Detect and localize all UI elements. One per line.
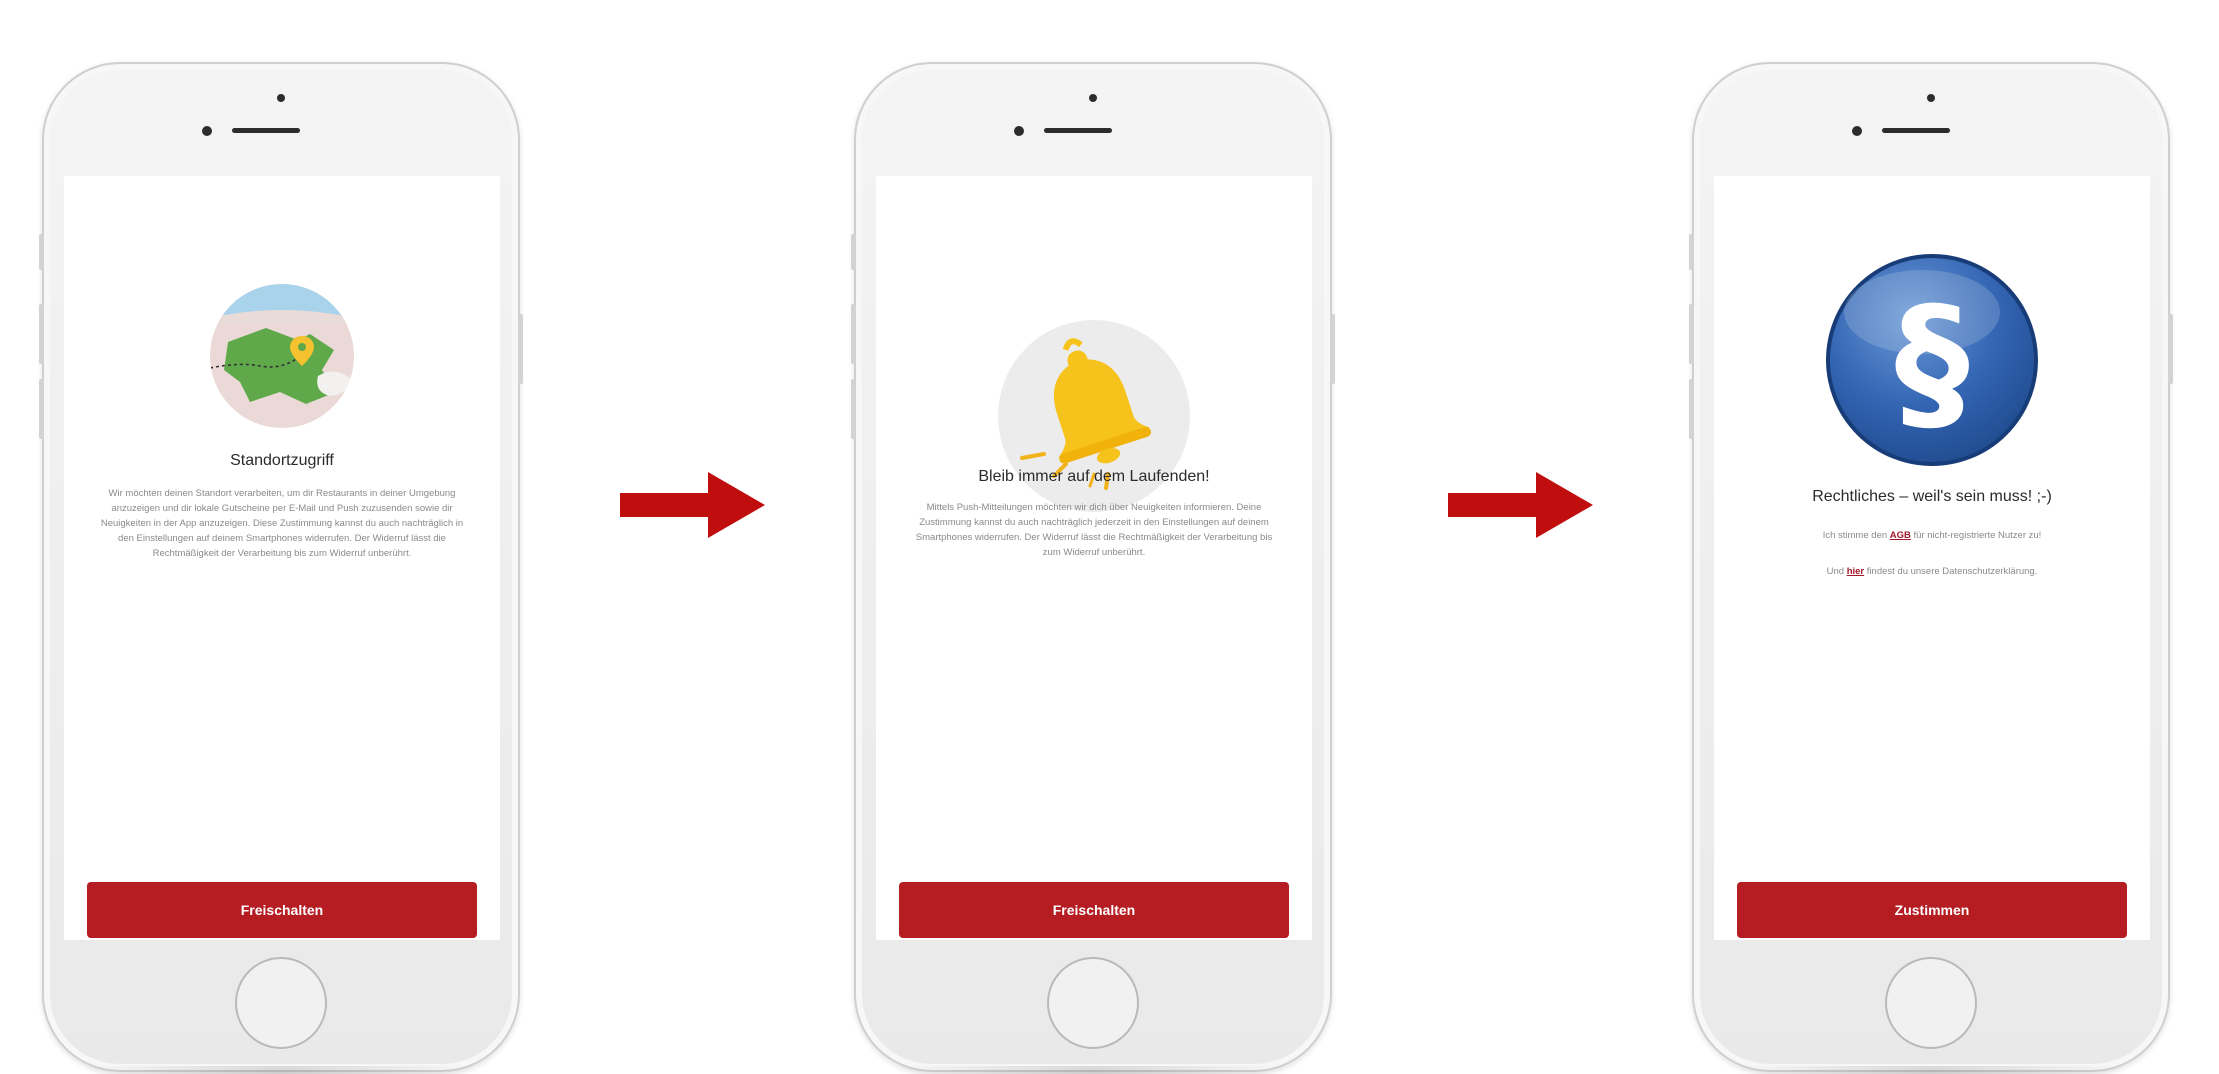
front-camera xyxy=(1852,126,1862,136)
phone-shadow xyxy=(896,1066,1290,1074)
volume-down-button xyxy=(39,379,44,439)
terms-consent-line: Ich stimme den AGB für nicht-registriert… xyxy=(1724,530,2140,541)
onboarding-screen-location: Standortzugriff Wir möchten deinen Stand… xyxy=(64,176,500,940)
privacy-text-suffix: findest du unsere Datenschutzerklärung. xyxy=(1866,566,2038,577)
power-button xyxy=(1330,314,1335,384)
zustimmen-button[interactable]: Zustimmen xyxy=(1737,882,2127,938)
freischalten-button[interactable]: Freischalten xyxy=(87,882,477,938)
screen-title: Rechtliches – weil's sein muss! ;-) xyxy=(1812,488,2052,505)
mute-switch xyxy=(851,234,856,270)
mute-switch xyxy=(39,234,44,270)
privacy-link[interactable]: hier xyxy=(1847,566,1864,577)
freischalten-button[interactable]: Freischalten xyxy=(899,882,1289,938)
screen-title: Bleib immer auf dem Laufenden! xyxy=(978,468,1210,485)
agb-link[interactable]: AGB xyxy=(1890,530,1911,541)
terms-text-suffix: für nicht-registrierte Nutzer zu! xyxy=(1913,530,2042,541)
svg-text:§: § xyxy=(1895,276,1970,450)
power-button xyxy=(2168,314,2173,384)
phone-shadow xyxy=(1734,1066,2128,1074)
arrow-right-icon xyxy=(1448,472,1593,538)
home-button[interactable] xyxy=(235,957,327,1049)
volume-up-button xyxy=(851,304,856,364)
privacy-line: Und hier findest du unsere Datenschutzer… xyxy=(1724,566,2140,577)
earpiece-speaker xyxy=(1044,128,1112,133)
paragraph-icon: § xyxy=(1826,254,2038,466)
phone-frame-3: § Rechtliches – weil's sein muss! ;-) Ic… xyxy=(1689,62,2173,1074)
terms-text-prefix: Ich stimme den xyxy=(1822,530,1888,541)
volume-down-button xyxy=(851,379,856,439)
volume-up-button xyxy=(1689,304,1694,364)
onboarding-screen-notifications: Bleib immer auf dem Laufenden! Mittels P… xyxy=(876,176,1312,940)
power-button xyxy=(518,314,523,384)
home-button[interactable] xyxy=(1047,957,1139,1049)
phone-shadow xyxy=(84,1066,478,1074)
earpiece-speaker xyxy=(1882,128,1950,133)
front-camera xyxy=(202,126,212,136)
privacy-text-prefix: Und xyxy=(1826,566,1845,577)
screen-title: Standortzugriff xyxy=(230,452,334,469)
map-location-icon xyxy=(210,284,354,428)
screen-description: Wir möchten deinen Standort verarbeiten,… xyxy=(100,488,464,559)
proximity-sensor xyxy=(277,94,285,102)
mute-switch xyxy=(1689,234,1694,270)
arrow-right-icon xyxy=(620,472,765,538)
volume-up-button xyxy=(39,304,44,364)
screen-description: Mittels Push-Mitteilungen möchten wir di… xyxy=(915,502,1273,558)
front-camera xyxy=(1014,126,1024,136)
phone-frame-1: Standortzugriff Wir möchten deinen Stand… xyxy=(39,62,523,1074)
onboarding-screen-legal: § Rechtliches – weil's sein muss! ;-) Ic… xyxy=(1714,176,2150,940)
phone-frame-2: Bleib immer auf dem Laufenden! Mittels P… xyxy=(851,62,1335,1074)
volume-down-button xyxy=(1689,379,1694,439)
proximity-sensor xyxy=(1089,94,1097,102)
earpiece-speaker xyxy=(232,128,300,133)
proximity-sensor xyxy=(1927,94,1935,102)
home-button[interactable] xyxy=(1885,957,1977,1049)
bell-icon xyxy=(998,320,1190,512)
